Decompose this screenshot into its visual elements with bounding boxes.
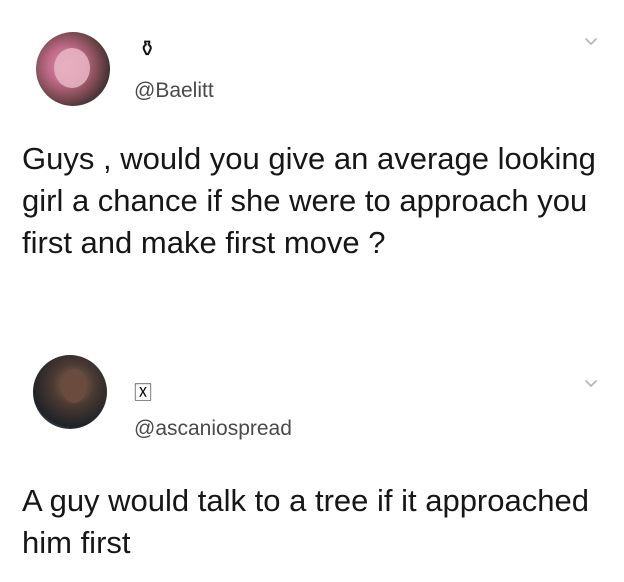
display-name[interactable]: 🅇 bbox=[134, 384, 152, 402]
tweet-card-1: ⚱ @Baelitt Guys , would you give an aver… bbox=[0, 0, 624, 340]
avatar[interactable] bbox=[36, 32, 110, 106]
avatar-photo bbox=[61, 369, 87, 403]
chevron-down-icon[interactable] bbox=[584, 34, 598, 48]
tweet-screenshot: ⚱ @Baelitt Guys , would you give an aver… bbox=[0, 0, 624, 582]
tweet-card-2: 🅇 @ascaniospread A guy would talk to a t… bbox=[0, 340, 624, 582]
chevron-down-icon[interactable] bbox=[584, 376, 598, 390]
user-handle[interactable]: @Baelitt bbox=[134, 80, 214, 101]
avatar-photo bbox=[54, 48, 90, 88]
avatar[interactable] bbox=[33, 355, 107, 429]
display-name[interactable]: ⚱ bbox=[138, 38, 156, 60]
user-handle[interactable]: @ascaniospread bbox=[134, 418, 292, 439]
tweet-text: A guy would talk to a tree if it approac… bbox=[22, 483, 589, 560]
tweet-text: Guys , would you give an average looking… bbox=[22, 141, 596, 260]
